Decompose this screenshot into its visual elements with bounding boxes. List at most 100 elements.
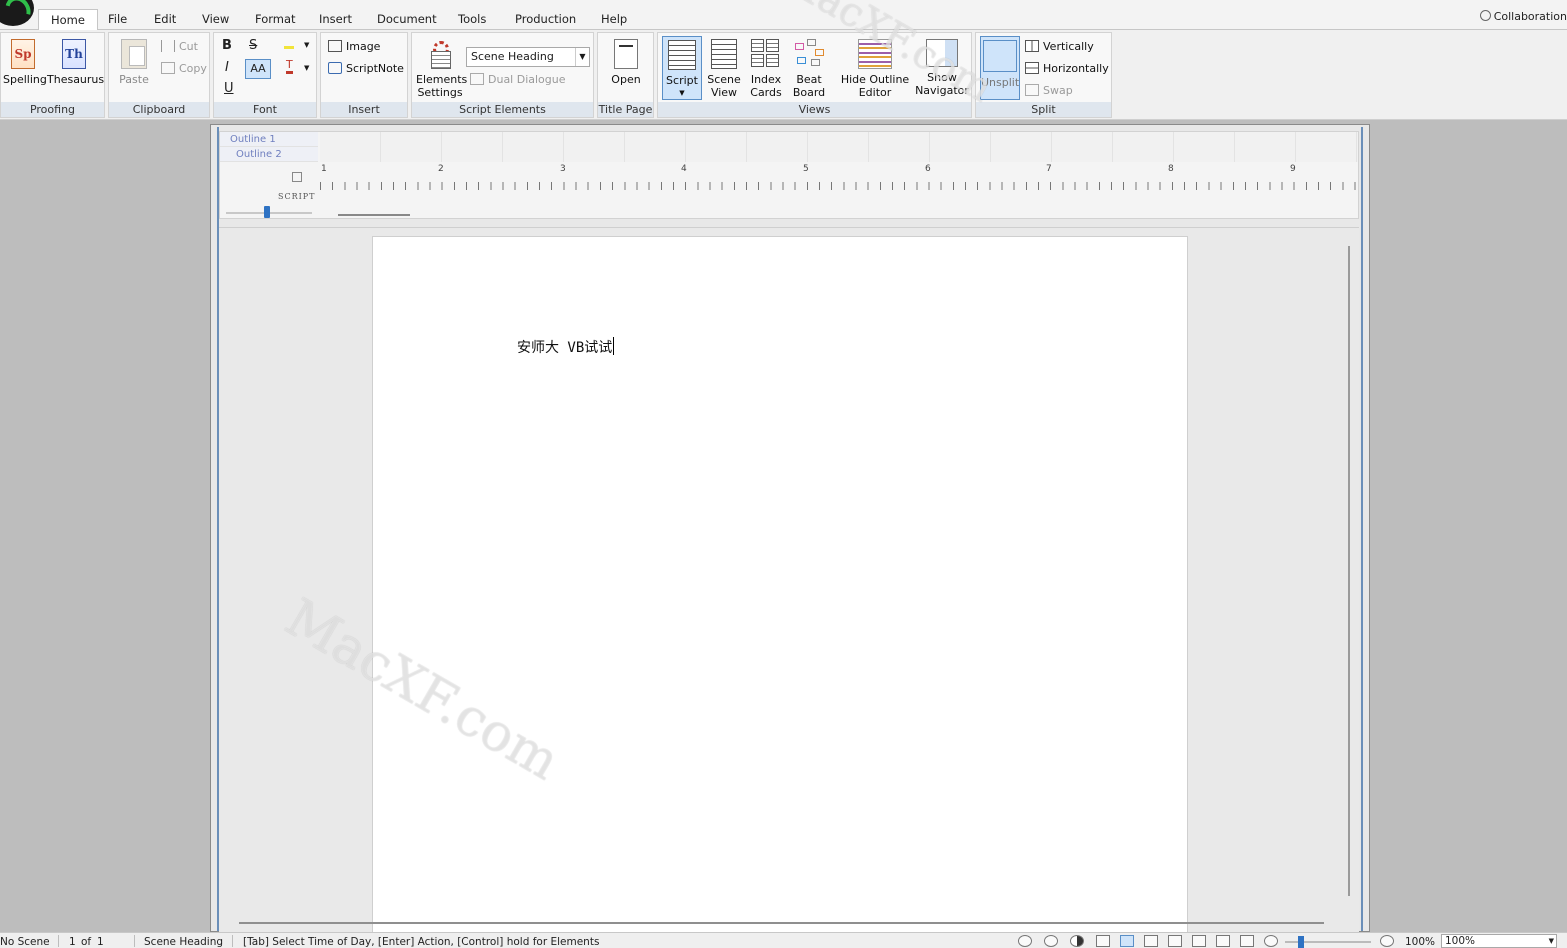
split-horizontally-button[interactable]: Horizontally <box>1025 62 1109 76</box>
index-cards-icon <box>751 39 781 69</box>
underline-button[interactable]: U <box>224 81 234 96</box>
chevron-down-icon: ▼ <box>575 48 589 66</box>
thesaurus-label: Thesaurus <box>47 73 105 86</box>
menu-bar: Home File Edit View Format Insert Docume… <box>0 0 1567 31</box>
insert-scriptnote-button[interactable]: ScriptNote <box>328 62 404 76</box>
status-page-total: 1 <box>97 936 104 948</box>
tab-production[interactable]: Production <box>503 9 588 30</box>
ribbon: Sp Spelling Th Thesaurus Proofing Paste … <box>0 30 1567 120</box>
outline-zoom-thumb[interactable] <box>264 206 270 218</box>
tab-tools[interactable]: Tools <box>446 9 498 30</box>
scene-view-button[interactable]: Scene View <box>706 39 742 99</box>
ruler[interactable]: 1 2 3 4 5 6 7 8 9 <box>320 162 1358 192</box>
zoom-dropdown[interactable]: 100% ▼ <box>1441 934 1557 948</box>
status-scene: No Scene <box>0 936 50 948</box>
outline-editor-icon <box>858 39 892 69</box>
outline-row-1[interactable]: Outline 1 <box>220 132 318 147</box>
tab-format[interactable]: Format <box>243 9 308 30</box>
paste-button[interactable]: Paste <box>115 39 153 86</box>
view-split-icon[interactable] <box>1192 935 1206 947</box>
paragraph-marker-icon[interactable] <box>292 172 302 182</box>
elements-settings-icon <box>425 39 455 69</box>
night-mode-icon[interactable] <box>1070 935 1084 947</box>
app-logo-icon[interactable] <box>0 0 34 26</box>
show-navigator-label-1: Show <box>927 71 957 84</box>
scriptnote-label: ScriptNote <box>346 62 404 75</box>
view-page-icon[interactable] <box>1120 935 1134 947</box>
highlight-dropdown-icon[interactable]: ▼ <box>304 41 309 49</box>
view-speed-icon[interactable] <box>1144 935 1158 947</box>
scene-view-label-1: Scene <box>707 73 741 86</box>
thesaurus-icon: Th <box>62 39 86 69</box>
spelling-button[interactable]: Sp Spelling <box>3 39 47 86</box>
swap-button[interactable]: Swap <box>1025 84 1073 98</box>
hide-outline-editor-button[interactable]: Hide Outline Editor <box>838 39 912 99</box>
text-color-button[interactable]: T <box>286 59 293 74</box>
italic-button[interactable]: I <box>225 60 229 75</box>
ruler-number: 6 <box>925 164 931 174</box>
view-cards-icon[interactable] <box>1168 935 1182 947</box>
copy-button[interactable]: Copy <box>161 62 207 76</box>
script-view-label: Script <box>666 74 698 87</box>
all-caps-button[interactable]: AA <box>245 59 271 79</box>
bold-button[interactable]: B <box>222 38 232 53</box>
settings-icon[interactable] <box>1044 935 1058 947</box>
text-caret <box>613 337 615 355</box>
ruler-number: 5 <box>803 164 809 174</box>
text-color-dropdown-icon[interactable]: ▼ <box>304 64 309 72</box>
highlight-icon[interactable] <box>284 39 294 49</box>
outline-row-2[interactable]: Outline 2 <box>220 147 318 162</box>
dual-dialogue-label: Dual Dialogue <box>488 73 566 86</box>
script-view-button[interactable]: Script ▼ <box>662 36 702 100</box>
zoom-out-icon[interactable] <box>1264 935 1278 947</box>
split-vertical-icon <box>1025 40 1039 52</box>
dual-dialogue-icon <box>470 73 484 85</box>
ruler-number: 8 <box>1168 164 1174 174</box>
elements-settings-button[interactable]: Elements Settings <box>416 39 467 99</box>
view-grid-icon[interactable] <box>1216 935 1230 947</box>
image-icon <box>328 40 342 52</box>
tab-home[interactable]: Home <box>38 9 98 31</box>
status-separator <box>134 935 135 947</box>
element-type-dropdown[interactable]: Scene Heading ▼ <box>466 47 590 67</box>
script-view-icon <box>668 40 696 70</box>
title-page-open-button[interactable]: Open <box>608 39 644 86</box>
status-bar: No Scene 1 of 1 Scene Heading [Tab] Sele… <box>0 932 1567 948</box>
strikethrough-button[interactable]: S <box>249 38 257 53</box>
zoom-slider-thumb[interactable] <box>1298 936 1304 948</box>
zoom-dropdown-value: 100% <box>1445 935 1476 947</box>
unsplit-button[interactable]: Unsplit <box>980 36 1020 100</box>
tab-edit[interactable]: Edit <box>142 9 188 30</box>
status-separator <box>58 935 59 947</box>
scene-heading-text[interactable]: 安师大 VB试试 <box>517 337 615 357</box>
tab-view[interactable]: View <box>190 9 241 30</box>
tab-document[interactable]: Document <box>365 9 449 30</box>
outline-track[interactable] <box>320 132 1358 162</box>
indent-marker[interactable] <box>338 214 410 216</box>
view-board-icon[interactable] <box>1240 935 1254 947</box>
split-vertically-button[interactable]: Vertically <box>1025 40 1094 54</box>
view-script-icon[interactable] <box>1096 935 1110 947</box>
collaboration-button[interactable]: Collaboration <box>1479 10 1567 23</box>
elements-settings-label-2: Settings <box>417 86 463 99</box>
title-page-group-label: Title Page <box>598 102 653 117</box>
insert-image-button[interactable]: Image <box>328 40 380 54</box>
beat-board-button[interactable]: Beat Board <box>790 39 828 99</box>
dual-dialogue-button[interactable]: Dual Dialogue <box>470 73 566 87</box>
tab-file[interactable]: File <box>96 9 139 30</box>
script-page[interactable]: 安师大 VB试试 <box>372 236 1188 936</box>
show-navigator-label-2: Navigator <box>915 84 969 97</box>
zoom-in-icon[interactable] <box>1380 935 1394 947</box>
index-cards-label-2: Cards <box>750 86 782 99</box>
split-group: Unsplit Vertically Horizontally Swap Spl… <box>975 32 1112 118</box>
thesaurus-button[interactable]: Th Thesaurus <box>47 39 105 86</box>
cut-button[interactable]: Cut <box>161 40 198 54</box>
index-cards-button[interactable]: Index Cards <box>746 39 786 99</box>
tab-help[interactable]: Help <box>589 9 639 30</box>
timer-icon[interactable] <box>1018 935 1032 947</box>
show-navigator-button[interactable]: Show Navigator <box>914 39 970 97</box>
vertical-scrollbar[interactable] <box>1348 246 1350 896</box>
paste-label: Paste <box>119 73 149 86</box>
horizontal-scrollbar[interactable] <box>239 922 1324 924</box>
tab-insert[interactable]: Insert <box>307 9 364 30</box>
